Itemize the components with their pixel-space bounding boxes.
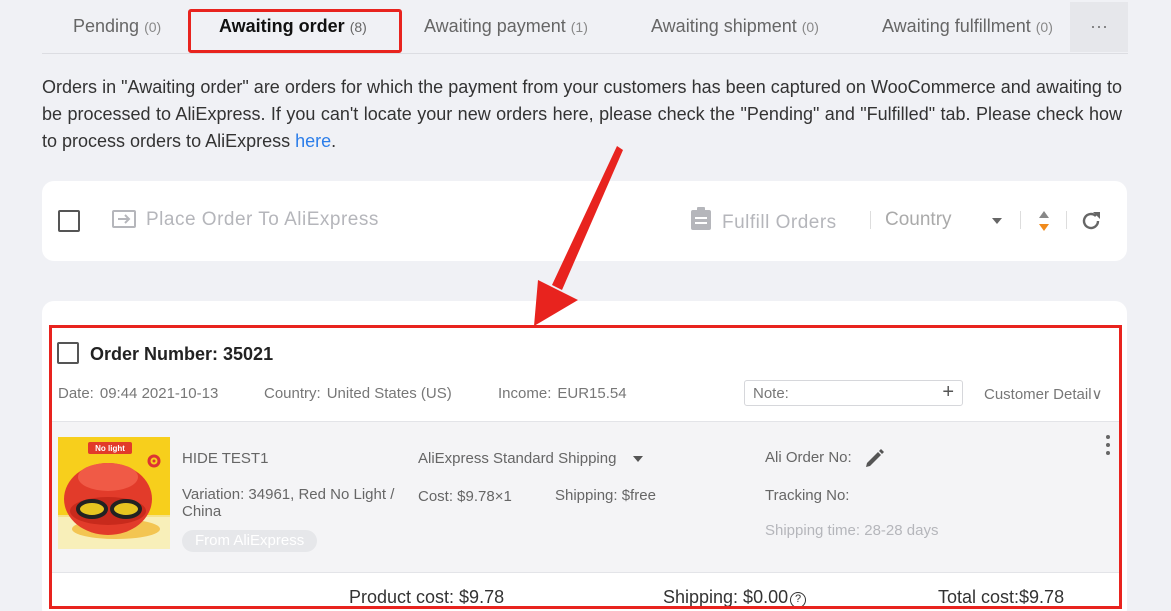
income-value: EUR15.54 (557, 385, 627, 402)
tab-awaiting-shipment[interactable]: Awaiting shipment (0) (651, 16, 819, 37)
product-variation: Variation: 34961, Red No Light / China (182, 486, 395, 520)
note-placeholder: Note: (753, 385, 789, 402)
place-order-label: Place Order To AliExpress (146, 209, 379, 230)
order-number: Order Number: 35021 (90, 344, 274, 364)
order-country: Country: United States (US) (264, 385, 452, 402)
ali-order-no-label: Ali Order No: (765, 449, 852, 466)
product-name: HIDE TEST1 (182, 450, 269, 467)
shipping-total: Shipping: $0.00? (663, 587, 807, 608)
place-order-button[interactable]: Place Order To AliExpress (112, 209, 379, 231)
date-label: Date: (58, 385, 94, 402)
description-end: . (331, 131, 337, 151)
fulfill-orders-label: Fulfill Orders (722, 212, 837, 233)
tab-pending[interactable]: Pending (0) (73, 16, 161, 37)
select-all-checkbox[interactable] (58, 210, 80, 232)
grand-total: Total cost:$9.78 (938, 587, 1065, 607)
tab-label: Awaiting payment (424, 16, 566, 36)
active-tab-highlight (188, 9, 402, 53)
note-field[interactable]: Note: + (744, 380, 963, 406)
product-image: No light (58, 437, 170, 549)
chevron-down-icon[interactable] (992, 218, 1002, 224)
sort-icon[interactable] (1038, 209, 1050, 233)
tab-label: Awaiting shipment (651, 16, 797, 36)
country-select[interactable]: Country (885, 209, 952, 231)
fulfill-orders-button[interactable]: Fulfill Orders (690, 207, 837, 234)
customer-detail-toggle[interactable]: Customer Detail∨ (984, 385, 1103, 403)
shipping-total-text: Shipping: $0.00 (663, 587, 789, 607)
help-icon[interactable]: ? (790, 592, 807, 608)
clipboard-icon (691, 207, 711, 230)
tab-awaiting-payment[interactable]: Awaiting payment (1) (424, 16, 588, 37)
country-value: United States (US) (326, 385, 452, 402)
shipping-time: Shipping time: 28-28 days (765, 522, 939, 539)
tracking-no-label: Tracking No: (765, 487, 850, 504)
item-shipping: Shipping: $free (555, 487, 656, 504)
order-date: Date: 09:44 2021-10-13 (58, 385, 218, 402)
edit-icon[interactable] (864, 447, 886, 469)
toolbar-divider (870, 211, 871, 229)
add-note-icon[interactable]: + (942, 381, 954, 404)
order-select-checkbox[interactable] (57, 342, 79, 364)
more-options-icon[interactable] (1105, 435, 1111, 459)
tab-label: Pending (73, 16, 140, 36)
product-cost-total: Product cost: $9.78 (349, 587, 505, 607)
tab-count: (1) (570, 19, 588, 35)
country-label: Country: (264, 385, 321, 402)
image-caption: No light (95, 444, 125, 453)
order-income: Income: EUR15.54 (498, 385, 627, 402)
toolbar-divider (1066, 211, 1067, 229)
tab-count: (0) (801, 19, 819, 35)
tab-count: (0) (144, 19, 162, 35)
annotation-arrow-icon (534, 146, 623, 326)
product-ball-image: No light (58, 437, 170, 549)
tab-awaiting-fulfillment[interactable]: Awaiting fulfillment (0) (882, 16, 1053, 37)
place-order-icon (112, 210, 136, 228)
help-link[interactable]: here (295, 131, 331, 151)
tabs-more-button[interactable]: ··· (1070, 2, 1128, 52)
shipping-method-select[interactable]: AliExpress Standard Shipping (418, 450, 616, 467)
date-value: 09:44 2021-10-13 (99, 385, 219, 402)
chevron-down-icon[interactable] (633, 456, 643, 462)
income-label: Income: (498, 385, 552, 402)
toolbar-divider (1020, 211, 1021, 229)
item-cost: Cost: $9.78×1 (418, 488, 512, 505)
tab-count: (0) (1035, 19, 1053, 35)
refresh-icon[interactable] (1079, 209, 1103, 233)
tab-label: Awaiting fulfillment (882, 16, 1031, 36)
source-badge: From AliExpress (182, 530, 318, 552)
